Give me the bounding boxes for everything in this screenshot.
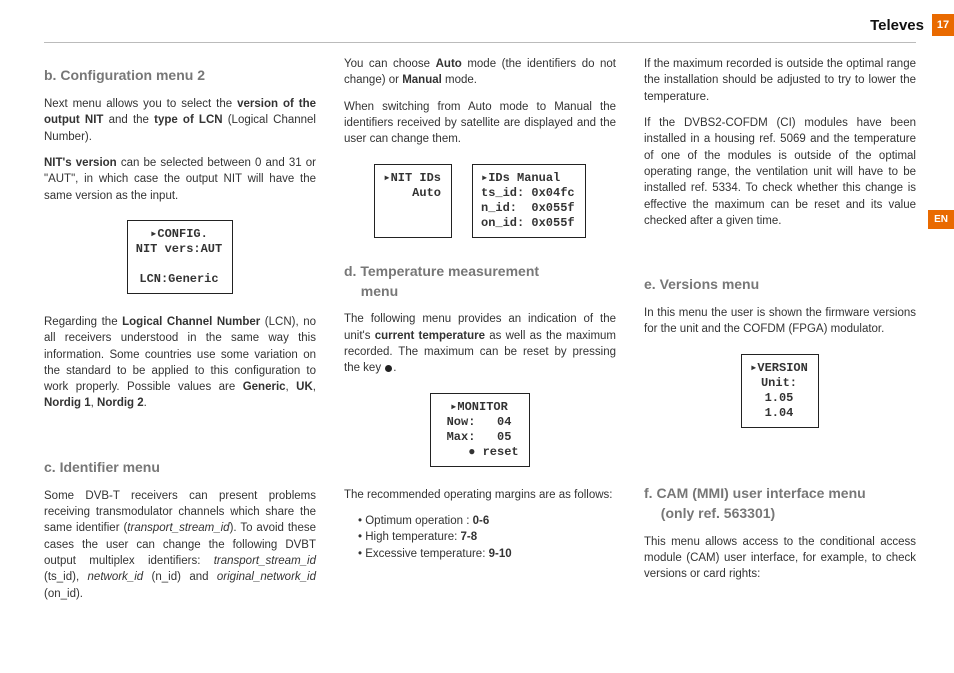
- text-bold: 7-8: [460, 531, 477, 543]
- para-margins-intro: The recommended operating margins are as…: [344, 487, 616, 503]
- heading-line: f. CAM (MMI) user interface menu: [644, 485, 866, 501]
- heading-temperature-menu: d. Temperature measurement menu: [344, 262, 616, 302]
- lcd-screen-nit-ids: ▸NIT IDs Auto: [374, 164, 452, 238]
- text: .: [393, 362, 396, 374]
- text: Regarding the: [44, 316, 122, 328]
- text-bold: UK: [296, 381, 313, 393]
- para-versions: In this menu the user is shown the firmw…: [644, 305, 916, 338]
- page: Televes 17 EN b. Configuration menu 2 Ne…: [0, 0, 954, 673]
- para-auto-manual: You can choose Auto mode (the identifier…: [344, 56, 616, 89]
- page-number-badge: 17: [932, 14, 954, 36]
- heading-line: (only ref. 563301): [644, 504, 916, 524]
- text: Optimum operation :: [365, 515, 472, 527]
- para-max-outside: If the maximum recorded is outside the o…: [644, 56, 916, 105]
- text-italic: original_network_id: [217, 571, 316, 583]
- text-bold: current temperature: [375, 330, 485, 342]
- column-3: If the maximum recorded is outside the o…: [644, 56, 916, 612]
- text-bold: Nordig 2: [97, 397, 144, 409]
- text: ,: [286, 381, 297, 393]
- margins-list: Optimum operation : 0-6 High temperature…: [344, 513, 616, 562]
- text: (on_id).: [44, 588, 83, 600]
- lcd-screen-ids-manual: ▸IDs Manual ts_id: 0x04fc n_id: 0x055f o…: [472, 164, 586, 238]
- header: Televes 17: [870, 14, 954, 36]
- header-rule: [44, 42, 916, 43]
- text: Excessive temperature:: [365, 548, 488, 560]
- list-item: High temperature: 7-8: [358, 529, 616, 545]
- text-bold: Logical Channel Number: [122, 316, 260, 328]
- para-nit-lcn-intro: Next menu allows you to select the versi…: [44, 96, 316, 145]
- lcd-version: ▸VERSION Unit: 1.05 1.04: [644, 348, 916, 434]
- lcd-screen-version: ▸VERSION Unit: 1.05 1.04: [741, 354, 819, 428]
- text: High temperature:: [365, 531, 460, 543]
- column-2: You can choose Auto mode (the identifier…: [344, 56, 616, 612]
- heading-line: d. Temperature measurement: [344, 263, 539, 279]
- para-housing: If the DVBS2-COFDM (CI) modules have bee…: [644, 115, 916, 229]
- language-tab: EN: [928, 210, 954, 229]
- text-bold: Generic: [243, 381, 286, 393]
- para-identifier: Some DVB-T receivers can present problem…: [44, 488, 316, 602]
- lcd-monitor: ▸MONITOR Now: 04 Max: 05 ● reset: [344, 387, 616, 473]
- heading-line: menu: [344, 282, 616, 302]
- text: You can choose: [344, 58, 436, 70]
- para-nit-version: NIT's version can be selected between 0 …: [44, 155, 316, 204]
- list-item: Optimum operation : 0-6: [358, 513, 616, 529]
- text: and the: [103, 114, 154, 126]
- text-italic: transport_stream_id: [127, 522, 229, 534]
- column-1: b. Configuration menu 2 Next menu allows…: [44, 56, 316, 612]
- text-bold: Nordig 1: [44, 397, 91, 409]
- text: Next menu allows you to select the: [44, 98, 237, 110]
- para-lcn: Regarding the Logical Channel Number (LC…: [44, 314, 316, 412]
- para-switch-mode: When switching from Auto mode to Manual …: [344, 99, 616, 148]
- text: (n_id) and: [143, 571, 217, 583]
- text-italic: network_id: [88, 571, 144, 583]
- content-columns: b. Configuration menu 2 Next menu allows…: [44, 56, 916, 612]
- lcd-screen: ▸CONFIG. NIT vers:AUT LCN:Generic: [127, 220, 233, 294]
- text: (ts_id),: [44, 571, 88, 583]
- text-bold: Auto: [436, 58, 462, 70]
- text: .: [144, 397, 147, 409]
- text: mode.: [442, 74, 477, 86]
- text-italic: transport_stream_id: [214, 555, 316, 567]
- text-bold: 9-10: [489, 548, 512, 560]
- lcd-config: ▸CONFIG. NIT vers:AUT LCN:Generic: [44, 214, 316, 300]
- heading-cam-menu: f. CAM (MMI) user interface menu (only r…: [644, 484, 916, 524]
- text: ,: [313, 381, 316, 393]
- para-temperature: The following menu provides an indicatio…: [344, 311, 616, 376]
- text-bold: 0-6: [473, 515, 490, 527]
- text-bold: NIT's version: [44, 157, 117, 169]
- lcd-screen-monitor: ▸MONITOR Now: 04 Max: 05 ● reset: [430, 393, 529, 467]
- brand-logo: Televes: [870, 17, 924, 34]
- dot-icon: [385, 365, 392, 372]
- heading-config-menu-2: b. Configuration menu 2: [44, 66, 316, 86]
- heading-identifier-menu: c. Identifier menu: [44, 458, 316, 478]
- text-bold: type of LCN: [154, 114, 222, 126]
- heading-versions-menu: e. Versions menu: [644, 275, 916, 295]
- list-item: Excessive temperature: 9-10: [358, 546, 616, 562]
- text-bold: Manual: [402, 74, 442, 86]
- para-cam: This menu allows access to the condition…: [644, 534, 916, 583]
- lcd-ids-row: ▸NIT IDs Auto ▸IDs Manual ts_id: 0x04fc …: [344, 158, 616, 244]
